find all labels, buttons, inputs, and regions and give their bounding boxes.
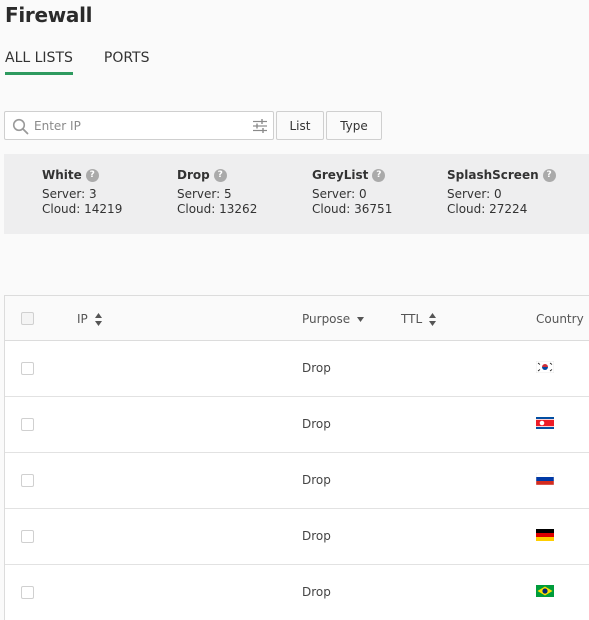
column-header-purpose[interactable]: Purpose	[302, 312, 365, 326]
stat-name: Drop	[177, 168, 210, 182]
page-title: Firewall	[5, 3, 93, 27]
table-row[interactable]: Drop	[5, 509, 589, 565]
stat-name: SplashScreen	[447, 168, 539, 182]
stat-server-label: Server:	[42, 187, 86, 201]
stat-splashscreen: SplashScreen? Server: 0 Cloud: 27224	[447, 167, 556, 215]
table-row[interactable]: Drop	[5, 453, 589, 509]
row-checkbox[interactable]	[21, 418, 34, 431]
column-header-country[interactable]: Country	[536, 312, 584, 326]
help-icon[interactable]: ?	[85, 168, 99, 182]
column-label: Country	[536, 312, 584, 326]
help-icon[interactable]: ?	[542, 168, 556, 182]
table-row[interactable]: Drop	[5, 397, 589, 453]
stat-cloud-value: 27224	[489, 202, 528, 216]
caret-down-icon	[357, 316, 365, 322]
firewall-table: IP Purpose TTL Country Drop Drop Drop Dr…	[4, 295, 589, 620]
help-icon[interactable]: ?	[372, 168, 386, 182]
south-korea-flag-icon	[536, 361, 554, 373]
search-input[interactable]	[34, 117, 244, 135]
stat-cloud-label: Cloud:	[42, 202, 81, 216]
select-all-checkbox[interactable]	[21, 312, 34, 325]
toolbar: List Type	[4, 111, 382, 140]
row-purpose: Drop	[302, 361, 331, 375]
tab-ports[interactable]: PORTS	[104, 50, 150, 75]
list-stats-panel: White? Server: 3 Cloud: 14219 Drop? Serv…	[4, 154, 589, 234]
column-header-ttl[interactable]: TTL	[401, 312, 437, 326]
column-label: IP	[77, 312, 88, 326]
row-checkbox[interactable]	[21, 586, 34, 599]
stat-cloud-label: Cloud:	[447, 202, 486, 216]
tab-bar: ALL LISTS PORTS	[5, 50, 181, 75]
russia-flag-icon	[536, 473, 554, 485]
row-checkbox[interactable]	[21, 530, 34, 543]
sort-icon	[429, 312, 437, 326]
column-header-ip[interactable]: IP	[77, 312, 102, 326]
stat-server-label: Server:	[447, 187, 491, 201]
table-header: IP Purpose TTL Country	[5, 296, 589, 341]
tab-all-lists[interactable]: ALL LISTS	[5, 50, 73, 75]
stat-cloud-label: Cloud:	[312, 202, 351, 216]
stat-drop: Drop? Server: 5 Cloud: 13262	[177, 167, 257, 215]
table-row[interactable]: Drop	[5, 341, 589, 397]
type-filter-button[interactable]: Type	[326, 111, 382, 140]
stat-greylist: GreyList? Server: 0 Cloud: 36751	[312, 167, 392, 215]
row-checkbox[interactable]	[21, 362, 34, 375]
help-icon[interactable]: ?	[213, 168, 227, 182]
stat-name: White	[42, 168, 82, 182]
stat-server-value: 3	[89, 187, 97, 201]
stat-server-label: Server:	[312, 187, 356, 201]
row-purpose: Drop	[302, 417, 331, 431]
stat-server-value: 0	[494, 187, 502, 201]
stat-cloud-value: 13262	[219, 202, 258, 216]
list-filter-button[interactable]: List	[276, 111, 324, 140]
search-box	[4, 111, 274, 140]
stat-cloud-value: 36751	[354, 202, 393, 216]
search-icon	[12, 118, 29, 135]
table-row[interactable]: Drop	[5, 565, 589, 620]
row-checkbox[interactable]	[21, 474, 34, 487]
stat-cloud-label: Cloud:	[177, 202, 216, 216]
sort-icon	[94, 312, 102, 326]
stat-server-value: 5	[224, 187, 232, 201]
column-label: Purpose	[302, 312, 351, 326]
brazil-flag-icon	[536, 585, 554, 597]
north-korea-flag-icon	[536, 417, 554, 429]
stat-cloud-value: 14219	[84, 202, 123, 216]
row-purpose: Drop	[302, 529, 331, 543]
stat-server-value: 0	[359, 187, 367, 201]
filter-settings-icon[interactable]	[252, 118, 268, 134]
row-purpose: Drop	[302, 473, 331, 487]
stat-white: White? Server: 3 Cloud: 14219	[42, 167, 122, 215]
column-label: TTL	[401, 312, 423, 326]
stat-name: GreyList	[312, 168, 369, 182]
stat-server-label: Server:	[177, 187, 221, 201]
row-purpose: Drop	[302, 585, 331, 599]
germany-flag-icon	[536, 529, 554, 541]
